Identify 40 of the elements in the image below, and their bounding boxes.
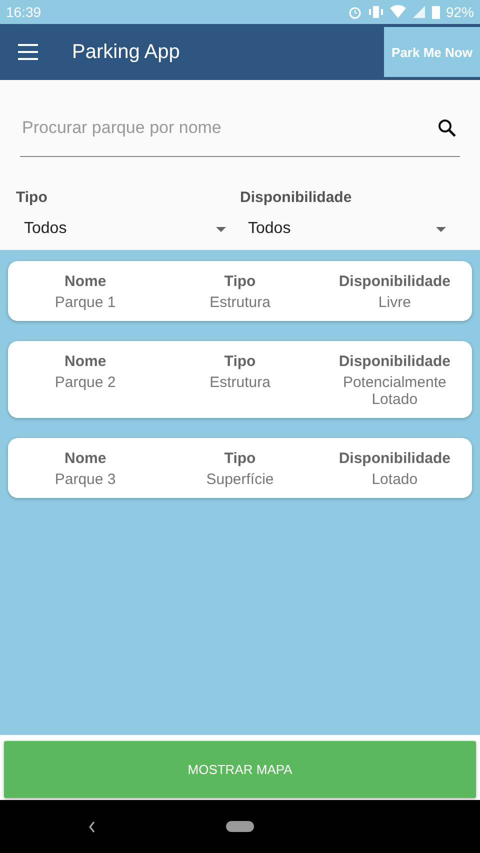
alarm-icon xyxy=(348,5,362,19)
menu-icon[interactable] xyxy=(18,44,38,60)
column-heading: Nome xyxy=(64,273,106,290)
park-card[interactable]: Nome Parque 2 Tipo Estrutura Disponibilidade Potencialmente Lotado xyxy=(8,341,472,418)
column-heading: Disponibilidade xyxy=(338,273,450,290)
column-heading: Nome xyxy=(64,353,106,370)
back-icon[interactable] xyxy=(88,820,96,832)
park-value: Superfície xyxy=(206,471,274,488)
park-value: Estrutura xyxy=(210,294,270,311)
filter-label: Disponibilidade xyxy=(240,189,353,206)
park-value: Lotado xyxy=(372,471,418,488)
filter-label: Tipo xyxy=(16,189,48,206)
column-heading: Tipo xyxy=(224,273,256,290)
filter-dropdown[interactable]: Todos xyxy=(240,214,446,244)
status-time: 16:39 xyxy=(6,4,42,20)
column-heading: Nome xyxy=(64,450,106,467)
park-value: Livre xyxy=(378,294,411,311)
park-value: Estrutura xyxy=(210,374,270,391)
battery-percent: 92% xyxy=(446,4,474,20)
home-handle[interactable] xyxy=(226,821,254,832)
filter-dropdown[interactable]: Todos xyxy=(16,214,226,244)
battery-icon xyxy=(432,5,440,19)
dropdown-caret-icon xyxy=(216,226,226,232)
column-heading: Tipo xyxy=(224,353,256,370)
dropdown-caret-icon xyxy=(436,226,446,232)
wifi-icon xyxy=(390,5,406,19)
search-icon[interactable] xyxy=(438,119,456,137)
signal-icon xyxy=(412,5,426,19)
column-heading: Disponibilidade xyxy=(338,353,450,370)
vibrate-icon xyxy=(368,5,384,19)
park-card[interactable]: Nome Parque 3 Tipo Superfície Disponibilidade Lotado xyxy=(8,438,472,498)
app-title: Parking App xyxy=(72,40,181,64)
column-heading: Disponibilidade xyxy=(338,450,450,467)
park-card[interactable]: Nome Parque 1 Tipo Estrutura Disponibilidade Livre xyxy=(8,261,472,321)
search-field[interactable]: Procurar parque por nome xyxy=(20,117,438,139)
park-value: Parque 3 xyxy=(54,471,116,488)
park-value: Potencialmente Lotado xyxy=(342,374,448,408)
park-value: Parque 1 xyxy=(54,294,116,311)
park-value: Parque 2 xyxy=(54,374,116,391)
column-heading: Tipo xyxy=(224,450,256,467)
